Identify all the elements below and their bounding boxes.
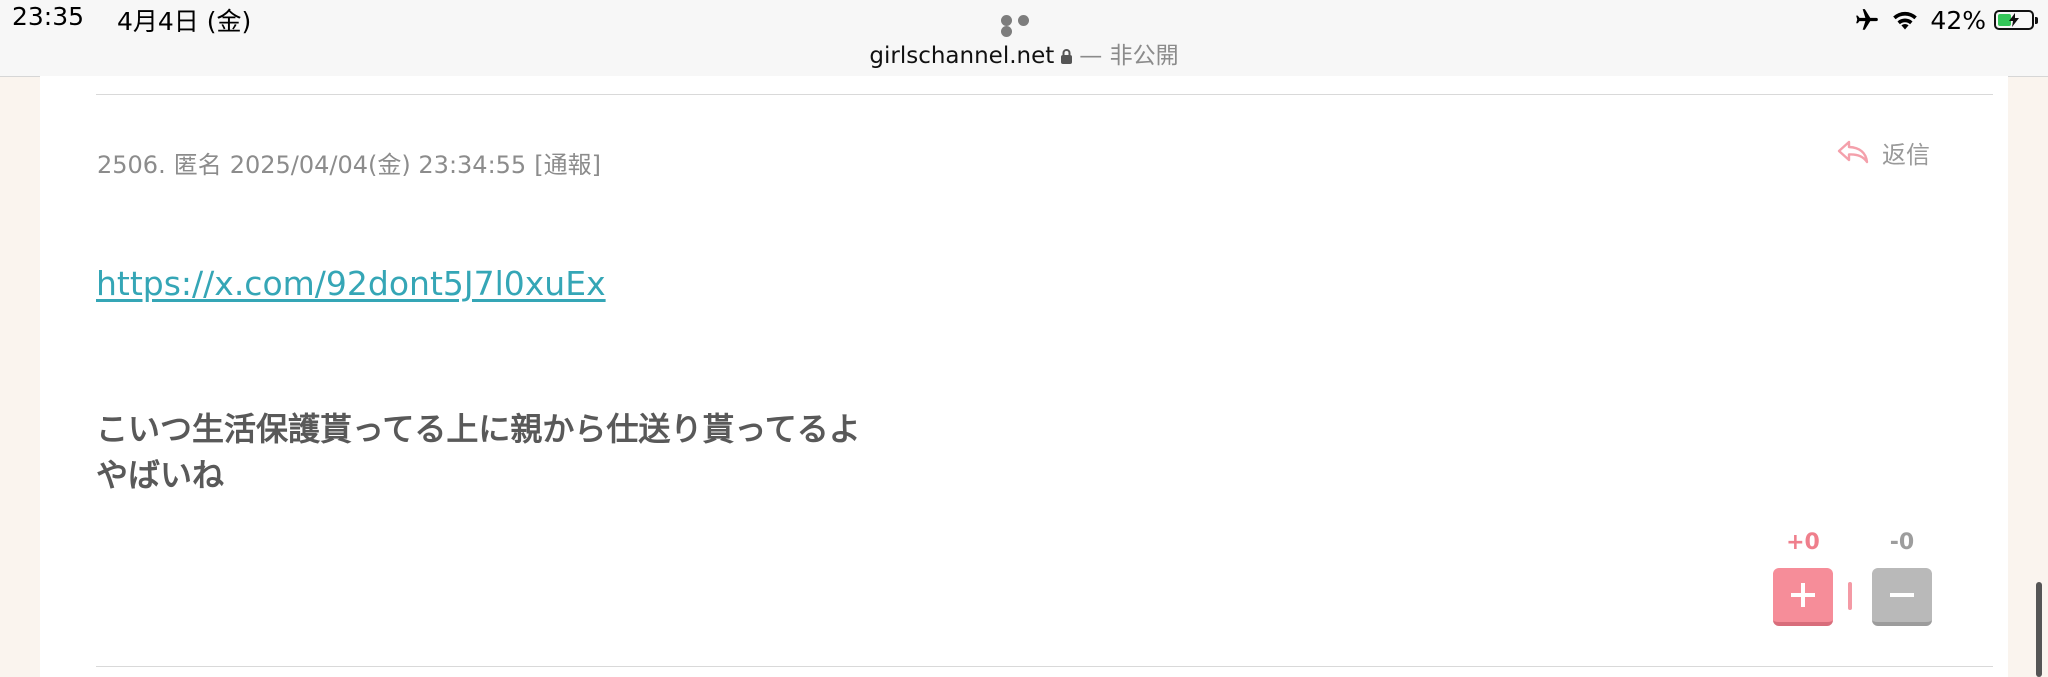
reply-button[interactable]: 返信 xyxy=(1836,134,1930,170)
comment-timestamp: 2025/04/04(金) 23:34:55 xyxy=(229,151,527,179)
battery-charging-icon xyxy=(1994,10,2038,30)
address-bar[interactable]: girlschannel.net — 非公開 xyxy=(0,36,2048,71)
comment-body-line: やばいね xyxy=(96,456,225,494)
report-link[interactable]: [通報] xyxy=(534,151,601,179)
lock-icon xyxy=(1060,45,1073,71)
comment-body-line: こいつ生活保護貰ってる上に親から仕送り貰ってるよ xyxy=(96,410,861,448)
vote-ratio-bar xyxy=(1848,582,1852,610)
reply-arrow-icon xyxy=(1837,140,1869,164)
status-indicators: 42% xyxy=(1854,4,2038,36)
reply-label: 返信 xyxy=(1882,140,1930,169)
status-date: 4月4日 (金) xyxy=(117,7,252,36)
divider-bottom xyxy=(96,666,1993,667)
status-time: 23:35 xyxy=(12,2,85,31)
plus-vote-button[interactable] xyxy=(1773,568,1833,626)
comment-link[interactable]: https://x.com/92dont5J7l0xuEx xyxy=(96,264,606,303)
divider-top xyxy=(96,94,1993,95)
comment-meta: 2506. 匿名 2025/04/04(金) 23:34:55 [通報] xyxy=(97,145,609,180)
url-privacy-label: — 非公開 xyxy=(1079,43,1179,69)
minus-vote-count: -0 xyxy=(1889,530,1915,555)
url-text: girlschannel.net xyxy=(869,43,1055,69)
airplane-icon xyxy=(1854,7,1880,33)
battery-percent: 42% xyxy=(1930,5,1986,35)
more-dots-icon[interactable] xyxy=(1001,15,1047,37)
plus-icon xyxy=(1791,583,1815,607)
minus-vote-button[interactable] xyxy=(1872,568,1932,626)
comment-author: 匿名 xyxy=(173,151,222,179)
comment-card: 2506. 匿名 2025/04/04(金) 23:34:55 [通報] 返信 htt… xyxy=(40,76,2008,677)
status-bar: 23:35 4月4日 (金) girlschannel.net — 非公開 42% xyxy=(0,0,2048,77)
wifi-icon xyxy=(1890,8,1920,32)
minus-icon xyxy=(1890,593,1914,597)
comment-body: こいつ生活保護貰ってる上に親から仕送り貰ってるよ やばいね xyxy=(96,406,861,498)
comment-number: 2506. xyxy=(97,151,166,179)
plus-vote-count: +0 xyxy=(1786,530,1820,555)
scrollbar[interactable] xyxy=(2036,582,2042,677)
